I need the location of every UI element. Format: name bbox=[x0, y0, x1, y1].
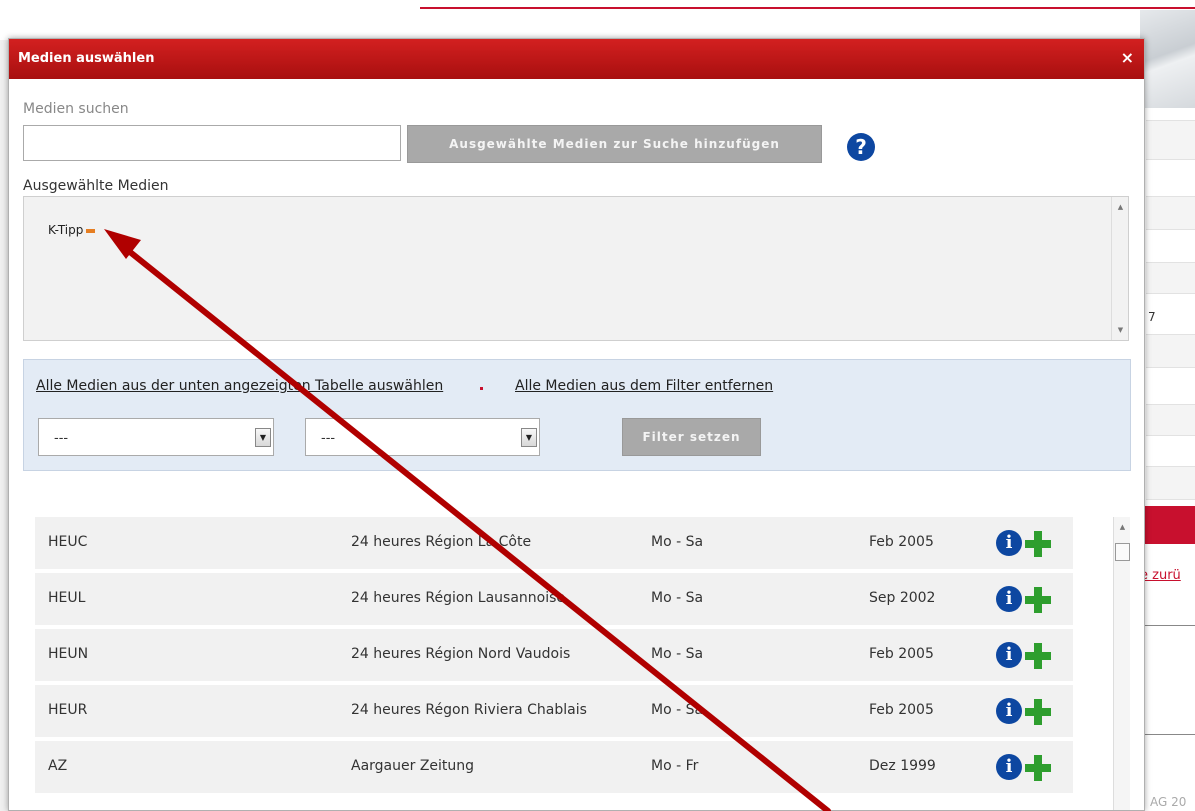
background-footer: AG 20 bbox=[1150, 795, 1187, 809]
media-days: Mo - Sa bbox=[651, 702, 704, 718]
close-icon[interactable]: × bbox=[1121, 48, 1134, 67]
media-code: HEUR bbox=[48, 702, 88, 718]
remove-icon[interactable] bbox=[86, 228, 96, 233]
table-row[interactable]: AZ Aargauer Zeitung Mo - Fr Dez 1999 i bbox=[35, 741, 1073, 793]
filter-select-2[interactable]: --- ▼ bbox=[305, 418, 540, 456]
media-days: Mo - Fr bbox=[651, 758, 699, 774]
table-row[interactable]: HEUC 24 heures Région La Côte Mo - Sa Fe… bbox=[35, 517, 1073, 569]
table-row[interactable]: HEUN 24 heures Région Nord Vaudois Mo - … bbox=[35, 629, 1073, 681]
media-since: Feb 2005 bbox=[869, 646, 934, 662]
select-all-media-link[interactable]: Alle Medien aus der unten angezeigten Ta… bbox=[36, 378, 443, 394]
background-red-button[interactable] bbox=[1140, 506, 1195, 544]
info-icon[interactable]: i bbox=[996, 586, 1022, 612]
dropdown-arrow-icon[interactable]: ▼ bbox=[521, 428, 537, 447]
selected-media-item-label: K-Tipp bbox=[48, 223, 84, 237]
filter-select-2-value: --- bbox=[321, 431, 336, 446]
background-row bbox=[1146, 262, 1195, 294]
filter-select-1[interactable]: --- ▼ bbox=[38, 418, 274, 456]
media-since: Dez 1999 bbox=[869, 758, 936, 774]
plus-icon[interactable] bbox=[1025, 699, 1051, 725]
media-code: HEUN bbox=[48, 646, 89, 662]
table-row[interactable]: HEUR 24 heures Régon Riviera Chablais Mo… bbox=[35, 685, 1073, 737]
media-select-dialog: Medien auswählen × Medien suchen Ausgewä… bbox=[8, 38, 1145, 811]
scrollbar-thumb[interactable] bbox=[1115, 543, 1130, 561]
media-code: HEUL bbox=[48, 590, 86, 606]
plus-icon[interactable] bbox=[1025, 643, 1051, 669]
selected-media-label: Ausgewählte Medien bbox=[23, 178, 169, 194]
media-search-input[interactable] bbox=[23, 125, 401, 161]
media-name: 24 heures Région Nord Vaudois bbox=[351, 646, 571, 662]
selected-list-scrollbar[interactable]: ▲ ▼ bbox=[1111, 197, 1128, 340]
scroll-down-icon[interactable]: ▼ bbox=[1112, 326, 1129, 334]
info-icon[interactable]: i bbox=[996, 642, 1022, 668]
media-name: 24 heures Région La Côte bbox=[351, 534, 532, 550]
media-since: Feb 2005 bbox=[869, 534, 934, 550]
selected-media-list: K-Tipp ▲ ▼ bbox=[23, 196, 1129, 341]
filter-select-1-value: --- bbox=[54, 431, 69, 446]
link-separator bbox=[480, 387, 483, 390]
background-banner-image bbox=[1140, 10, 1195, 108]
filter-panel: Alle Medien aus der unten angezeigten Ta… bbox=[23, 359, 1131, 471]
add-selected-media-button[interactable]: Ausgewählte Medien zur Suche hinzufügen bbox=[407, 125, 822, 163]
background-back-link[interactable]: e zurü bbox=[1140, 568, 1181, 583]
info-icon[interactable]: i bbox=[996, 754, 1022, 780]
table-row[interactable]: HEUL 24 heures Région Lausannoise Mo - S… bbox=[35, 573, 1073, 625]
dialog-titlebar: Medien auswählen × bbox=[9, 39, 1144, 79]
media-days: Mo - Sa bbox=[651, 534, 704, 550]
dropdown-arrow-icon[interactable]: ▼ bbox=[255, 428, 271, 447]
background-row bbox=[1146, 120, 1195, 160]
search-label: Medien suchen bbox=[23, 101, 129, 117]
scroll-up-icon[interactable]: ▲ bbox=[1112, 203, 1129, 211]
plus-icon[interactable] bbox=[1025, 531, 1051, 557]
media-days: Mo - Sa bbox=[651, 646, 704, 662]
media-days: Mo - Sa bbox=[651, 590, 704, 606]
info-icon[interactable]: i bbox=[996, 698, 1022, 724]
help-icon[interactable]: ? bbox=[847, 133, 875, 161]
selected-media-item: K-Tipp bbox=[48, 223, 96, 237]
media-code: AZ bbox=[48, 758, 68, 774]
background-row bbox=[1146, 466, 1195, 500]
media-since: Feb 2005 bbox=[869, 702, 934, 718]
media-name: 24 heures Régon Riviera Chablais bbox=[351, 702, 587, 718]
plus-icon[interactable] bbox=[1025, 587, 1051, 613]
background-row bbox=[1146, 404, 1195, 436]
media-since: Sep 2002 bbox=[869, 590, 936, 606]
scroll-up-icon[interactable]: ▲ bbox=[1114, 523, 1131, 531]
plus-icon[interactable] bbox=[1025, 755, 1051, 781]
background-header-line bbox=[420, 7, 1195, 9]
media-table: HEUC 24 heures Région La Côte Mo - Sa Fe… bbox=[35, 517, 1075, 810]
background-divider bbox=[1140, 734, 1195, 735]
set-filter-button[interactable]: Filter setzen bbox=[622, 418, 761, 456]
background-row bbox=[1146, 334, 1195, 368]
info-icon[interactable]: i bbox=[996, 530, 1022, 556]
table-scrollbar[interactable]: ▲ bbox=[1113, 517, 1131, 810]
media-name: 24 heures Région Lausannoise bbox=[351, 590, 566, 606]
background-number: 7 bbox=[1148, 310, 1156, 324]
background-divider bbox=[1140, 625, 1195, 626]
media-name: Aargauer Zeitung bbox=[351, 758, 475, 774]
background-row bbox=[1146, 196, 1195, 230]
remove-all-media-link[interactable]: Alle Medien aus dem Filter entfernen bbox=[515, 378, 773, 394]
media-code: HEUC bbox=[48, 534, 88, 550]
dialog-title: Medien auswählen bbox=[18, 51, 155, 66]
